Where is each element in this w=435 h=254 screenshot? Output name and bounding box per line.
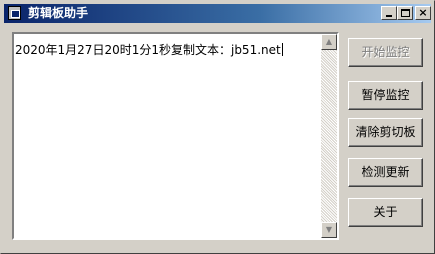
title-bar[interactable]: 剪辑板助手 ×: [4, 4, 431, 23]
text-caret: [281, 43, 283, 56]
vertical-scrollbar[interactable]: ▲ ▼: [321, 34, 337, 238]
scroll-down-arrow-icon: ▼: [325, 225, 333, 234]
scroll-up-button[interactable]: ▲: [321, 34, 337, 50]
close-button[interactable]: ×: [415, 6, 431, 20]
scroll-up-arrow-icon: ▲: [325, 37, 333, 46]
minimize-icon: [386, 15, 392, 17]
app-window: 剪辑板助手 × 2020年1月27日20时1分1秒复制文本：jb51.net ▲…: [0, 0, 435, 254]
log-text: 2020年1月27日20时1分1秒复制文本：jb51.net: [15, 43, 281, 57]
pause-monitor-button[interactable]: 暂停监控: [348, 81, 423, 110]
maximize-button[interactable]: [397, 6, 413, 20]
minimize-button[interactable]: [381, 6, 397, 20]
about-button[interactable]: 关于: [348, 198, 423, 227]
clipboard-log-textarea[interactable]: 2020年1月27日20时1分1秒复制文本：jb51.net ▲ ▼: [12, 32, 339, 240]
scroll-down-button[interactable]: ▼: [321, 222, 337, 238]
maximize-icon: [401, 9, 410, 17]
app-icon[interactable]: [8, 6, 21, 20]
close-icon: ×: [418, 6, 428, 19]
log-line: 2020年1月27日20时1分1秒复制文本：jb51.net: [15, 43, 283, 57]
window-title: 剪辑板助手: [28, 6, 89, 20]
start-monitor-button[interactable]: 开始监控: [348, 38, 423, 67]
clear-clipboard-button[interactable]: 清除剪切板: [348, 118, 423, 147]
check-update-button[interactable]: 检测更新: [348, 158, 423, 187]
